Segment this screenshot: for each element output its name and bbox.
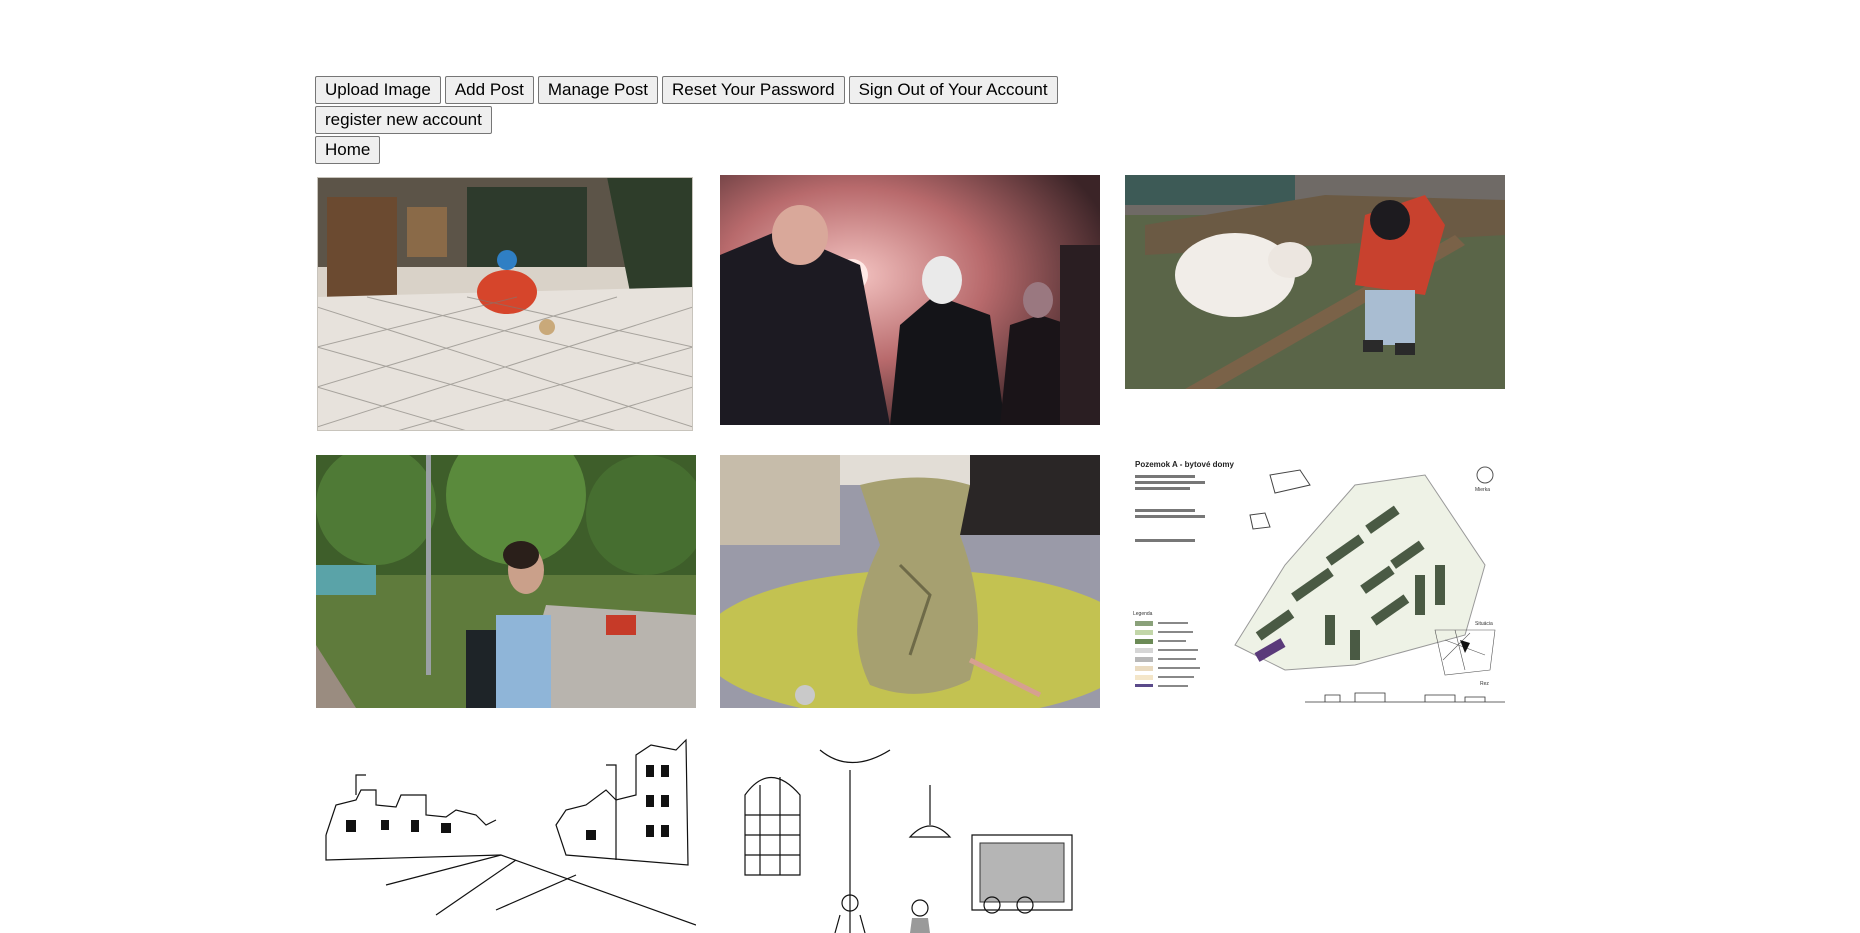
- gallery-image-clay-sculpture[interactable]: [720, 455, 1100, 708]
- gallery-image-street-sketch[interactable]: [316, 735, 696, 933]
- nav-row-1: Upload Image Add Post Manage Post Reset …: [315, 76, 1075, 104]
- sketch-gallery-svg: [740, 745, 1090, 933]
- manage-post-button[interactable]: Manage Post: [537, 76, 659, 104]
- gallery-image-chickens[interactable]: [317, 177, 693, 431]
- gallery-image-site-plan[interactable]: Pozemok A - bytové domy Mierka Legenda S…: [1125, 455, 1505, 708]
- upload-image-button[interactable]: Upload Image: [315, 76, 441, 104]
- gallery-image-gallery-sketch[interactable]: [740, 745, 1090, 933]
- plan-north-label: Mierka: [1475, 487, 1490, 493]
- nav-row-3: Home: [315, 136, 1075, 164]
- home-button[interactable]: Home: [315, 136, 381, 164]
- plan-site-label: Situácia: [1475, 621, 1493, 627]
- plan-title: Pozemok A - bytové domy: [1135, 460, 1235, 469]
- add-post-button[interactable]: Add Post: [444, 76, 534, 104]
- photo-sculpture-svg: [720, 455, 1100, 708]
- sketch-street-svg: [316, 735, 696, 933]
- photo-chickens-svg: [317, 177, 693, 431]
- gallery-image-sheep[interactable]: [1125, 175, 1505, 389]
- gallery-image-park[interactable]: [316, 455, 696, 708]
- plan-section-label: Rez: [1480, 681, 1489, 687]
- gallery-image-masked-party[interactable]: [720, 175, 1100, 425]
- register-button[interactable]: register new account: [315, 106, 492, 134]
- sign-out-button[interactable]: Sign Out of Your Account: [848, 76, 1058, 104]
- plan-legend-title: Legenda: [1133, 611, 1153, 617]
- photo-sheep-svg: [1125, 175, 1505, 389]
- site-plan-svg: Pozemok A - bytové domy Mierka Legenda S…: [1125, 455, 1505, 708]
- reset-password-button[interactable]: Reset Your Password: [662, 76, 845, 104]
- photo-park-svg: [316, 455, 696, 708]
- photo-party-svg: [720, 175, 1100, 425]
- nav-row-2: register new account: [315, 106, 1075, 134]
- nav-toolbar: Upload Image Add Post Manage Post Reset …: [315, 76, 1075, 166]
